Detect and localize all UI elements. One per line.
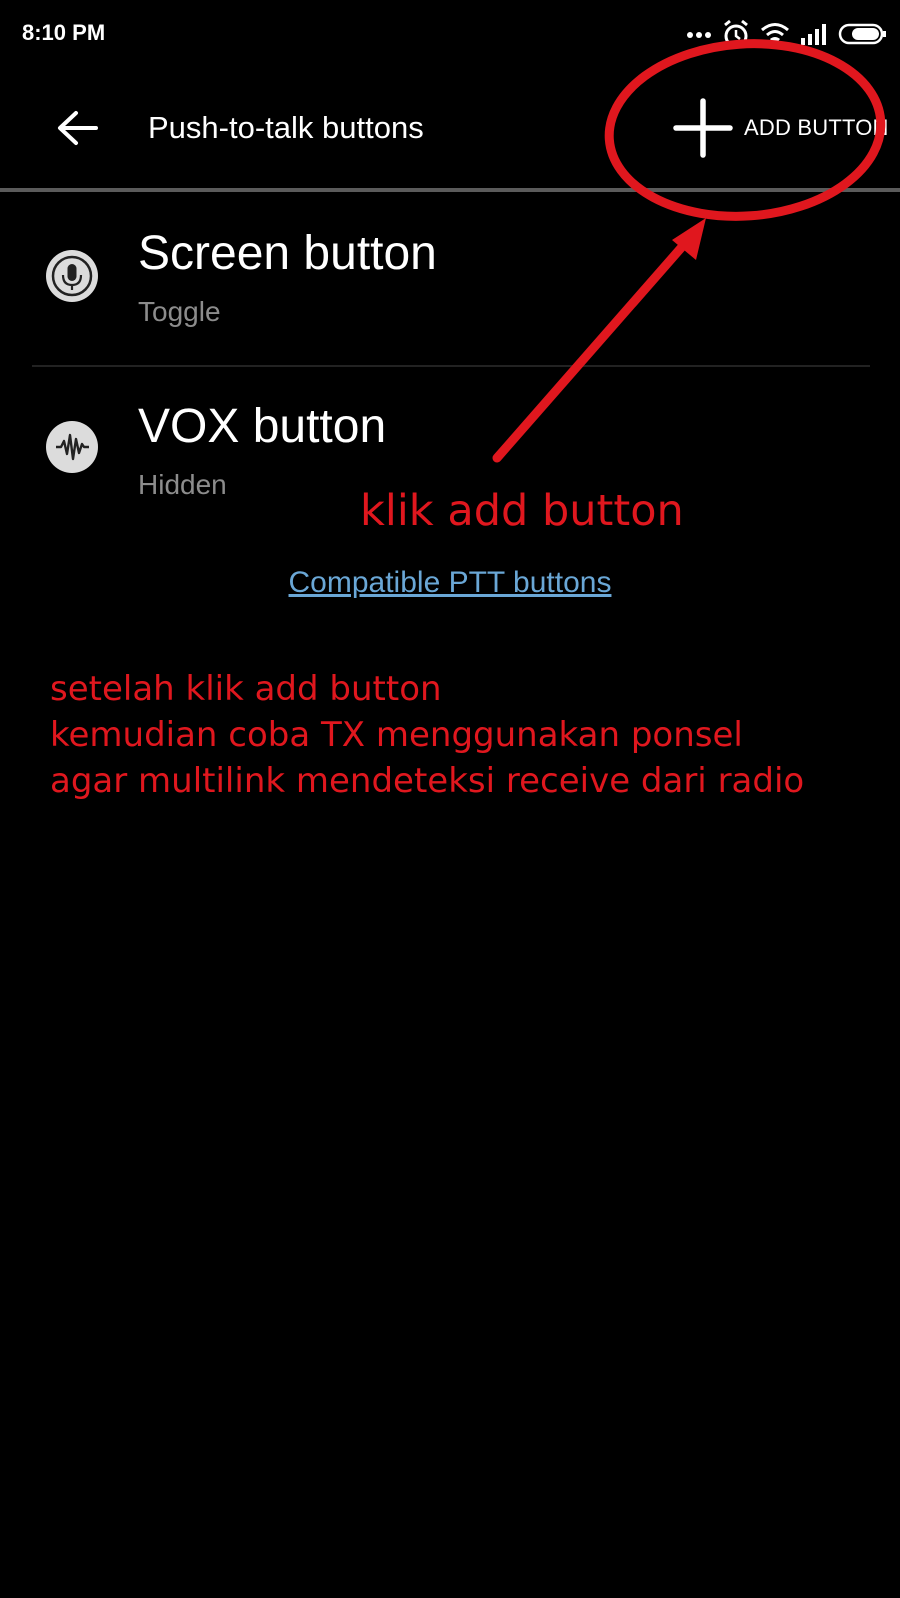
annotation-instructions: setelah klik add button kemudian coba TX… [50, 666, 804, 804]
list-item-title: Screen button [138, 227, 437, 280]
app-bar-divider [0, 188, 900, 192]
page-title: Push-to-talk buttons [148, 110, 424, 145]
more-dots-icon [687, 32, 711, 38]
annotation-line: setelah klik add button [50, 669, 442, 709]
annotation-line: agar multilink mendeteksi receive dari r… [50, 761, 805, 801]
status-bar: 8:10 PM [0, 0, 900, 70]
list-item-subtitle: Toggle [138, 296, 221, 327]
list-item-title: VOX button [138, 400, 387, 453]
list-divider [32, 365, 870, 367]
signal-icon [801, 24, 826, 45]
back-arrow-icon [58, 111, 98, 145]
add-button[interactable]: ADD BUTTON [670, 88, 896, 168]
plus-icon [673, 98, 733, 158]
alarm-icon [724, 19, 748, 48]
annotation-note: klik add button [360, 486, 684, 536]
microphone-icon [46, 250, 98, 302]
annotation-line: kemudian coba TX menggunakan ponsel [50, 715, 743, 755]
add-button-label: ADD BUTTON [744, 115, 889, 140]
app-bar: Push-to-talk buttons ADD BUTTON [0, 70, 900, 190]
status-icons [686, 14, 888, 54]
list-item-subtitle: Hidden [138, 469, 227, 500]
list-item-screen-button[interactable]: Screen button Toggle [0, 212, 900, 362]
back-button[interactable] [48, 98, 108, 158]
battery-icon [838, 23, 886, 45]
status-time: 8:10 PM [22, 20, 106, 45]
waveform-icon [46, 421, 98, 473]
compatible-ptt-link[interactable]: Compatible PTT buttons [0, 566, 900, 600]
wifi-icon [761, 23, 789, 45]
